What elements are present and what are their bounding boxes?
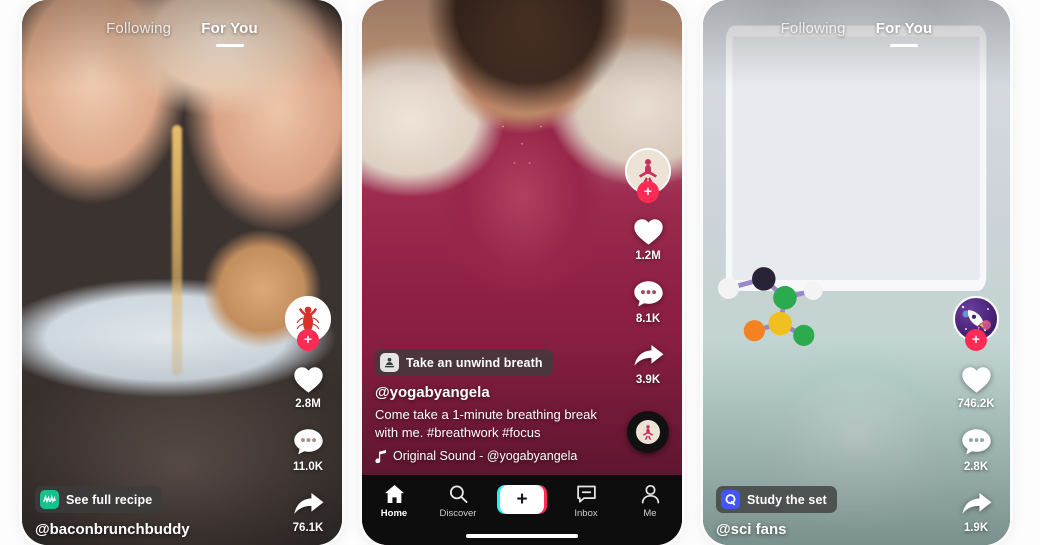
- phone-recipe-screen: Following For You + 2.8M 11.0K 76.1K See…: [22, 0, 342, 545]
- create-plus-label: +: [500, 485, 544, 514]
- comment-icon: [633, 281, 663, 307]
- person-icon: [641, 484, 659, 504]
- creator-avatar-recipe[interactable]: +: [285, 296, 331, 351]
- creator-avatar-science[interactable]: +: [953, 296, 999, 351]
- home-indicator: [466, 534, 578, 538]
- caption-science: Study the set @sci fans: [716, 486, 934, 543]
- screenshot-stage: Following For You + 2.8M 11.0K 76.1K See…: [0, 0, 1040, 545]
- nav-label-discover: Discover: [439, 508, 477, 519]
- comment-count: 8.1K: [635, 313, 661, 325]
- nav-item-me[interactable]: Me: [622, 484, 678, 519]
- nav-item-home[interactable]: Home: [366, 484, 422, 519]
- feed-tabs: Following For You: [703, 0, 1010, 56]
- inbox-icon: [576, 485, 596, 503]
- follow-plus-button[interactable]: +: [297, 329, 319, 351]
- share-count: 3.9K: [635, 374, 661, 386]
- comment-count: 2.8K: [963, 461, 989, 473]
- music-disc[interactable]: [627, 411, 669, 453]
- nav-item-discover[interactable]: Discover: [430, 484, 486, 519]
- creator-username-yoga[interactable]: @yogabyangela: [375, 384, 606, 401]
- like-action-science[interactable]: 746.2K: [957, 364, 995, 410]
- comment-count: 11.0K: [292, 461, 324, 473]
- creator-avatar-yoga[interactable]: +: [625, 148, 671, 203]
- phone-recipe: Following For You + 2.8M 11.0K 76.1K See…: [22, 0, 342, 545]
- like-action-recipe[interactable]: 2.8M: [292, 364, 325, 410]
- comment-icon: [961, 429, 991, 455]
- action-rail-recipe: + 2.8M 11.0K 76.1K: [285, 296, 331, 545]
- heart-icon: [961, 367, 991, 393]
- comment-action-science[interactable]: 2.8K: [961, 427, 992, 473]
- heart-icon: [293, 367, 323, 393]
- share-arrow-icon: [293, 492, 323, 514]
- like-count: 2.8M: [295, 398, 321, 410]
- comment-action-recipe[interactable]: 11.0K: [293, 427, 324, 473]
- share-count: 76.1K: [292, 522, 324, 534]
- whisk-icon: [40, 490, 59, 509]
- music-note-icon: [375, 449, 386, 463]
- home-icon: [384, 484, 404, 504]
- tab-for-you[interactable]: For You: [200, 17, 259, 40]
- video-description-yoga: Come take a 1-minute breathing break wit…: [375, 407, 597, 441]
- heart-icon: [633, 219, 663, 245]
- phone-yoga-screen: + 1.2M 8.1K 3.9K Take an unwind breath @…: [362, 0, 682, 545]
- like-action-yoga[interactable]: 1.2M: [632, 216, 665, 262]
- like-count: 1.2M: [635, 250, 661, 262]
- nav-label-me: Me: [643, 508, 657, 519]
- phone-yoga: + 1.2M 8.1K 3.9K Take an unwind breath @…: [362, 0, 682, 545]
- search-icon: [449, 485, 467, 503]
- study-the-set-badge[interactable]: Study the set: [716, 486, 837, 513]
- create-button[interactable]: +: [497, 485, 547, 514]
- action-rail-science: + 746.2K 2.8K 1.9K: [953, 296, 999, 545]
- phone-science-screen: Following For You + 746.2K 2.8K 1.9K Stu…: [703, 0, 1010, 545]
- action-rail-yoga: + 1.2M 8.1K 3.9K: [625, 148, 671, 453]
- tab-following[interactable]: Following: [105, 17, 172, 40]
- share-count: 1.9K: [963, 522, 989, 534]
- share-action-recipe[interactable]: 76.1K: [292, 490, 325, 534]
- nav-label-home: Home: [380, 508, 408, 519]
- feed-tabs: Following For You: [22, 0, 342, 56]
- music-disc-thumbnail: [636, 420, 660, 444]
- unwind-breath-badge[interactable]: Take an unwind breath: [375, 349, 553, 377]
- study-the-set-label: Study the set: [747, 492, 827, 507]
- comment-icon: [293, 429, 323, 455]
- comment-action-yoga[interactable]: 8.1K: [633, 279, 664, 325]
- music-title-yoga: Original Sound - @yogabyangela: [393, 449, 578, 463]
- nav-label-inbox: Inbox: [574, 508, 598, 519]
- share-action-yoga[interactable]: 3.9K: [632, 342, 665, 386]
- tab-following[interactable]: Following: [780, 17, 847, 40]
- quizlet-q-icon: [721, 490, 740, 509]
- nav-item-inbox[interactable]: Inbox: [558, 484, 614, 519]
- like-count: 746.2K: [957, 398, 995, 410]
- share-action-science[interactable]: 1.9K: [960, 490, 993, 534]
- see-full-recipe-badge[interactable]: See full recipe: [35, 486, 163, 513]
- follow-plus-button[interactable]: +: [965, 329, 987, 351]
- phone-science: Following For You + 746.2K 2.8K 1.9K Stu…: [703, 0, 1010, 545]
- meditation-icon: [380, 353, 399, 373]
- nav-item-create[interactable]: +: [494, 484, 550, 514]
- music-row-yoga[interactable]: Original Sound - @yogabyangela: [375, 449, 606, 463]
- see-full-recipe-label: See full recipe: [66, 492, 153, 507]
- follow-plus-button[interactable]: +: [637, 181, 659, 203]
- creator-username-recipe[interactable]: @baconbrunchbuddy: [35, 521, 266, 538]
- caption-yoga: Take an unwind breath @yogabyangela Come…: [375, 349, 606, 463]
- caption-recipe: See full recipe @baconbrunchbuddy: [35, 486, 266, 543]
- share-arrow-icon: [961, 492, 991, 514]
- tab-for-you[interactable]: For You: [875, 17, 934, 40]
- creator-username-science[interactable]: @sci fans: [716, 521, 934, 538]
- share-arrow-icon: [633, 344, 663, 366]
- unwind-breath-label: Take an unwind breath: [406, 355, 543, 370]
